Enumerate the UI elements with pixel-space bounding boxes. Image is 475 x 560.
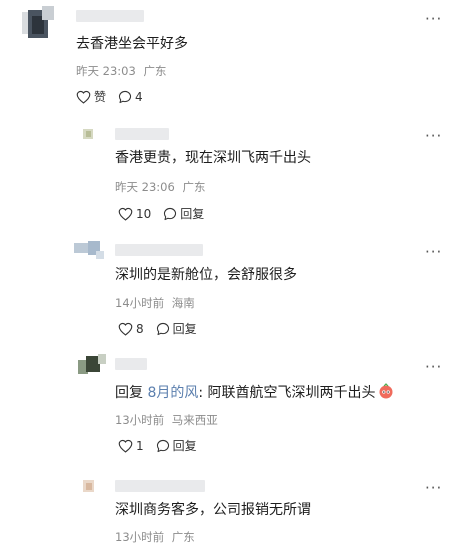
emoji-icon	[378, 383, 394, 404]
comment-meta: 昨天 23:03 广东	[76, 64, 166, 78]
heart-icon	[118, 207, 133, 221]
like-button[interactable]: 1	[118, 439, 144, 453]
more-icon[interactable]: ···	[425, 129, 442, 144]
comment-meta: 13小时前 马来西亚	[115, 413, 218, 427]
comment-time: 昨天 23:06	[115, 180, 175, 194]
avatar-image	[74, 239, 106, 259]
avatar-image	[80, 476, 98, 498]
like-count: 1	[136, 438, 144, 453]
avatar-image	[74, 352, 108, 378]
comment-actions: 1 回复	[118, 437, 209, 454]
avatar[interactable]	[80, 476, 98, 498]
heart-icon	[76, 90, 91, 104]
more-icon[interactable]: ···	[425, 481, 442, 496]
comment-3: ··· 深圳的是新舱位，会舒服很多 14小时前 海南 8 回复	[0, 225, 475, 340]
comment-actions: 10 回复	[118, 205, 216, 222]
avatar-image	[80, 125, 98, 147]
comment-text: 香港更贵，现在深圳飞两千出头	[115, 150, 311, 166]
username-redacted[interactable]	[115, 480, 205, 492]
heart-icon	[118, 322, 133, 336]
avatar[interactable]	[74, 352, 108, 378]
avatar-image	[20, 6, 54, 46]
username-redacted[interactable]	[115, 358, 147, 370]
username-redacted[interactable]	[115, 244, 203, 256]
comment-location: 马来西亚	[171, 413, 218, 427]
comment-location: 海南	[171, 296, 195, 310]
like-label: 赞	[94, 90, 107, 104]
comment-location: 广东	[182, 180, 206, 194]
avatar[interactable]	[74, 239, 106, 259]
comment-time: 13小时前	[115, 413, 165, 427]
comment-time: 14小时前	[115, 296, 165, 310]
comment-location: 广东	[143, 64, 167, 78]
reply-label: 回复	[180, 207, 205, 221]
avatar[interactable]	[20, 6, 54, 46]
comment-meta: 14小时前 海南	[115, 296, 195, 310]
reply-button[interactable]: 4	[118, 90, 143, 104]
comment-actions: 赞 4	[76, 88, 155, 105]
like-button[interactable]: 8	[118, 322, 144, 336]
avatar[interactable]	[80, 125, 98, 147]
comment-location: 广东	[171, 530, 195, 544]
comment-2: ··· 香港更贵，现在深圳飞两千出头 昨天 23:06 广东 10 回复	[0, 115, 475, 225]
comment-meta: 13小时前 广东	[115, 530, 195, 544]
comment-text: 回复 8月的风: 阿联酋航空飞深圳两千出头	[115, 383, 394, 404]
comment-text: 深圳的是新舱位，会舒服很多	[115, 267, 297, 283]
comment-5: ··· 深圳商务客多，公司报销无所谓 13小时前 广东	[0, 460, 475, 560]
reply-to-username[interactable]: 8月的风	[147, 385, 198, 401]
comment-time: 昨天 23:03	[76, 64, 136, 78]
more-icon[interactable]: ···	[425, 360, 442, 375]
reply-prefix: 回复	[115, 385, 148, 401]
reply-button[interactable]: 回复	[163, 205, 204, 222]
comment-4: ··· 回复 8月的风: 阿联酋航空飞深圳两千出头 13小时前 马来西亚 1 回…	[0, 340, 475, 460]
like-count: 10	[136, 206, 152, 221]
comment-icon	[164, 207, 177, 220]
comment-icon	[156, 439, 169, 452]
like-button[interactable]: 10	[118, 207, 151, 221]
more-icon[interactable]: ···	[425, 245, 442, 260]
comment-icon	[118, 90, 132, 103]
reply-label: 回复	[172, 439, 197, 453]
more-icon[interactable]: ···	[425, 12, 442, 27]
like-count: 8	[136, 321, 144, 336]
comment-actions: 8 回复	[118, 320, 209, 337]
username-redacted[interactable]	[115, 128, 169, 140]
reply-count: 4	[135, 89, 143, 104]
reply-body: : 阿联酋航空飞深圳两千出头	[198, 385, 376, 401]
comment-time: 13小时前	[115, 530, 165, 544]
comment-icon	[156, 322, 169, 335]
reply-button[interactable]: 回复	[156, 320, 197, 337]
like-button[interactable]: 赞	[76, 88, 106, 105]
heart-icon	[118, 439, 133, 453]
reply-button[interactable]: 回复	[156, 437, 197, 454]
username-redacted[interactable]	[76, 10, 144, 22]
comment-meta: 昨天 23:06 广东	[115, 180, 205, 194]
comment-1: ··· 去香港坐会平好多 昨天 23:03 广东 赞 4	[0, 0, 475, 115]
reply-label: 回复	[172, 322, 197, 336]
comment-text: 深圳商务客多，公司报销无所谓	[115, 502, 311, 518]
comment-text: 去香港坐会平好多	[76, 36, 188, 52]
